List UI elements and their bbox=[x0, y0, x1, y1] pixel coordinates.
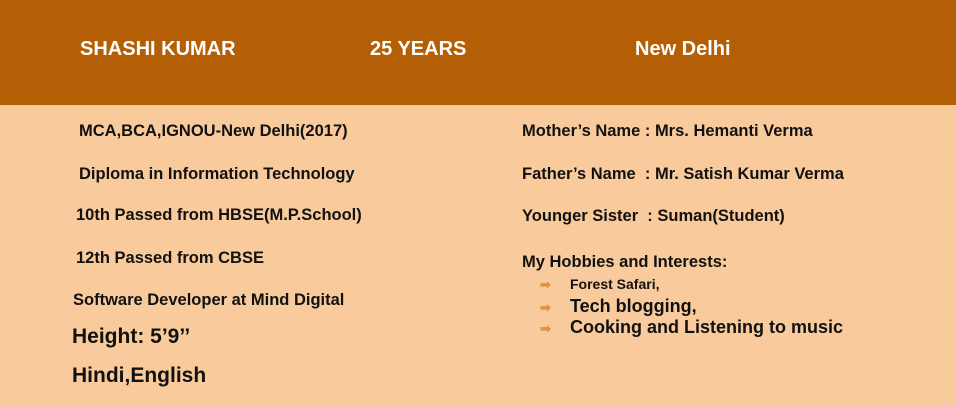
father-name: Father’s Name : Mr. Satish Kumar Verma bbox=[522, 165, 844, 183]
arrow-bullet-icon: ➡ bbox=[540, 277, 551, 292]
hobby-label: Forest Safari, bbox=[570, 276, 660, 292]
arrow-bullet-icon: ➡ bbox=[540, 300, 551, 315]
header-bar: SHASHI KUMAR 25 YEARS New Delhi bbox=[0, 0, 956, 105]
hobby-item: ➡ Cooking and Listening to music bbox=[540, 317, 843, 338]
hobby-item: ➡ Forest Safari, bbox=[540, 276, 659, 293]
hobbies-title: My Hobbies and Interests: bbox=[522, 253, 728, 271]
sister-name: Younger Sister : Suman(Student) bbox=[522, 207, 785, 225]
education-12th: 12th Passed from CBSE bbox=[76, 249, 264, 267]
hobby-label: Tech blogging, bbox=[570, 296, 697, 316]
height: Height: 5’9’’ bbox=[72, 325, 191, 348]
age: 25 YEARS bbox=[370, 38, 467, 60]
education-10th: 10th Passed from HBSE(M.P.School) bbox=[76, 206, 362, 224]
arrow-bullet-icon: ➡ bbox=[540, 321, 551, 336]
hobby-label: Cooking and Listening to music bbox=[570, 317, 844, 337]
education-diploma: Diploma in Information Technology bbox=[79, 165, 355, 183]
city: New Delhi bbox=[635, 38, 731, 60]
languages: Hindi,English bbox=[72, 364, 207, 387]
education-degrees: MCA,BCA,IGNOU-New Delhi(2017) bbox=[79, 122, 348, 140]
occupation: Software Developer at Mind Digital bbox=[73, 291, 345, 309]
name: SHASHI KUMAR bbox=[80, 38, 236, 60]
mother-name: Mother’s Name : Mrs. Hemanti Verma bbox=[522, 122, 813, 140]
hobby-item: ➡ Tech blogging, bbox=[540, 296, 697, 317]
